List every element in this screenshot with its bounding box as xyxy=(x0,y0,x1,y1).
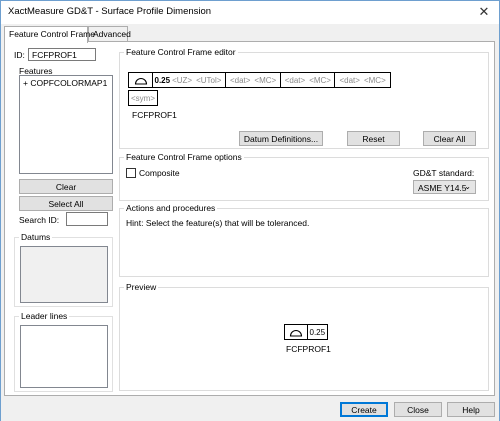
preview-group: Preview 0.25 FCFPROF1 xyxy=(119,282,489,391)
clear-all-button[interactable]: Clear All xyxy=(423,131,476,146)
fcf-editor-frame: 0.25 <UZ> <UTol> <dat> <MC> <dat> <MC> <… xyxy=(128,72,391,88)
chevron-down-icon: ⌄ xyxy=(464,182,471,191)
reset-button[interactable]: Reset xyxy=(347,131,400,146)
gdt-standard-select[interactable]: ASME Y14.5 ⌄ xyxy=(413,180,476,194)
datum-cell-tertiary[interactable]: <dat> <MC> xyxy=(334,72,391,88)
actions-group: Actions and procedures Hint: Select the … xyxy=(119,203,489,277)
preview-tolerance-cell: 0.25 xyxy=(306,324,329,340)
datums-list[interactable] xyxy=(20,246,108,303)
hint-text: Hint: Select the feature(s) that will be… xyxy=(126,218,310,228)
leader-lines-list[interactable] xyxy=(20,325,108,388)
preview-frame: 0.25 xyxy=(284,324,329,340)
id-label: ID: xyxy=(14,50,25,60)
gdt-standard-label: GD&T standard: xyxy=(413,168,475,178)
dialog-footer: Create Close Help xyxy=(1,397,499,421)
datums-group: Datums xyxy=(14,232,113,307)
actions-title: Actions and procedures xyxy=(124,203,218,213)
dat-placeholder: <dat> xyxy=(339,75,360,85)
leader-lines-group: Leader lines xyxy=(14,311,113,392)
dat-placeholder: <dat> xyxy=(284,75,306,85)
datum-definitions-button[interactable]: Datum Definitions... xyxy=(239,131,323,146)
leader-lines-label: Leader lines xyxy=(19,311,70,321)
preview-tolerance: 0.25 xyxy=(309,327,326,337)
fcf-name-label: FCFPROF1 xyxy=(132,110,177,120)
close-icon[interactable]: ✕ xyxy=(469,1,499,23)
window-title: XactMeasure GD&T - Surface Profile Dimen… xyxy=(8,6,212,17)
preview-name: FCFPROF1 xyxy=(286,344,331,354)
tab-panel: ID: FCFPROF1 Features + COPFCOLORMAP1 Cl… xyxy=(4,41,495,396)
fcf-options-title: Feature Control Frame options xyxy=(124,152,244,162)
tab-feature-control-frame[interactable]: Feature Control Frame xyxy=(4,26,95,43)
id-field[interactable]: FCFPROF1 xyxy=(28,48,96,61)
surface-profile-icon xyxy=(284,324,308,340)
mc-placeholder: <MC> xyxy=(309,75,331,85)
utol-placeholder[interactable]: <UTol> xyxy=(196,74,221,87)
fcf-editor-second-row: <sym> xyxy=(128,90,159,106)
clear-button[interactable]: Clear xyxy=(19,179,113,194)
sym-placeholder: <sym> xyxy=(131,93,156,103)
datum-cell-secondary[interactable]: <dat> <MC> xyxy=(279,72,336,88)
create-button[interactable]: Create xyxy=(340,402,388,417)
composite-label: Composite xyxy=(139,168,180,178)
datum-cell-primary[interactable]: <dat> <MC> xyxy=(224,72,282,88)
uz-placeholder[interactable]: <UZ> xyxy=(172,74,192,87)
search-id-label: Search ID: xyxy=(19,215,60,225)
tolerance-cell[interactable]: 0.25 <UZ> <UTol> xyxy=(151,72,227,88)
sym-cell[interactable]: <sym> xyxy=(128,90,159,106)
features-list[interactable]: + COPFCOLORMAP1 xyxy=(19,75,113,174)
title-bar: XactMeasure GD&T - Surface Profile Dimen… xyxy=(1,1,499,24)
search-id-field[interactable] xyxy=(66,212,108,226)
help-button[interactable]: Help xyxy=(447,402,495,417)
mc-placeholder: <MC> xyxy=(363,75,386,85)
dat-placeholder: <dat> xyxy=(229,75,251,85)
fcf-editor-title: Feature Control Frame editor xyxy=(124,47,238,57)
fcf-options-group: Feature Control Frame options Composite … xyxy=(119,152,489,201)
dialog-window: XactMeasure GD&T - Surface Profile Dimen… xyxy=(0,0,500,421)
preview-title: Preview xyxy=(124,282,159,292)
fcf-editor-group: Feature Control Frame editor 0.25 <UZ> <… xyxy=(119,47,489,149)
datums-label: Datums xyxy=(19,232,53,242)
composite-checkbox[interactable] xyxy=(126,168,136,178)
tolerance-value: 0.25 xyxy=(154,75,171,85)
mc-placeholder: <MC> xyxy=(254,75,277,85)
list-item[interactable]: + COPFCOLORMAP1 xyxy=(20,76,112,90)
select-all-button[interactable]: Select All xyxy=(19,196,113,211)
surface-profile-icon[interactable] xyxy=(128,72,153,88)
gdt-standard-value: ASME Y14.5 xyxy=(418,183,467,193)
close-button[interactable]: Close xyxy=(394,402,442,417)
